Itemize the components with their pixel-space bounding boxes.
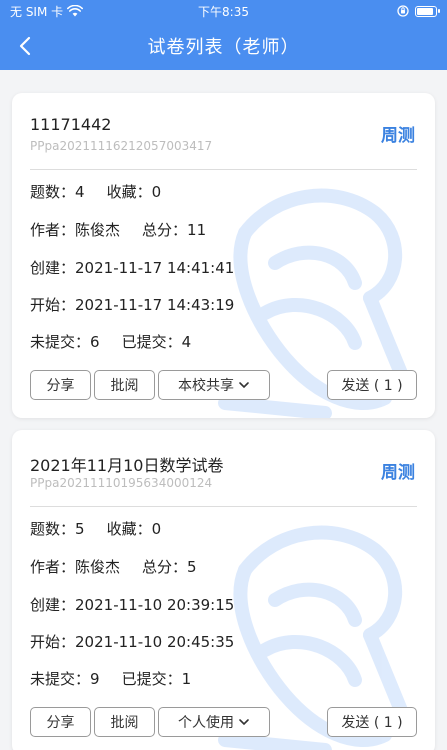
send-button[interactable]: 发送 ( 1 ) [327,370,417,400]
start-time: 2021-11-10 20:45:35 [75,633,235,651]
author-label: 作者： [30,558,76,576]
chevron-down-icon [239,719,249,726]
share-button[interactable]: 分享 [30,370,91,400]
paper-card[interactable]: 2021年11月10日数学试卷 PPpa20211110195634000124… [12,430,435,750]
start-label: 开始： [30,296,76,314]
orientation-lock-icon [397,5,409,17]
unsubmitted-count: 9 [90,670,100,688]
navigation-bar: 试卷列表（老师） [0,22,447,70]
scope-dropdown-label: 个人使用 [178,715,234,731]
stats-row: 题数：5 收藏：0 [30,518,161,539]
created-row: 创建：2021-11-10 20:39:15 [30,594,234,615]
unsubmitted-count: 6 [90,333,100,351]
favorites-count: 0 [151,520,162,538]
submitted-label: 已提交： [121,333,182,351]
divider [30,506,417,507]
stats-row: 题数：4 收藏：0 [30,181,161,202]
paper-code: PPpa20211110195634000124 [30,476,213,490]
share-button[interactable]: 分享 [30,707,91,737]
battery-icon [415,5,440,17]
review-button[interactable]: 批阅 [94,707,155,737]
paper-code: PPpa20211116212057003417 [30,139,213,153]
status-right [397,5,440,17]
created-label: 创建： [30,596,76,614]
paper-tag: 周测 [381,463,415,483]
question-count-label: 题数： [30,183,76,201]
action-bar: 分享 批阅 个人使用 发送 ( 1 ) [30,707,417,737]
review-button[interactable]: 批阅 [94,370,155,400]
favorites-count: 0 [151,183,162,201]
paper-name[interactable]: 2021年11月10日数学试卷 [30,452,223,476]
start-label: 开始： [30,633,76,651]
divider [30,169,417,170]
action-bar: 分享 批阅 本校共享 发送 ( 1 ) [30,370,417,400]
send-button[interactable]: 发送 ( 1 ) [327,707,417,737]
status-bar: 无 SIM 卡 下午8:35 [0,0,447,22]
submission-row: 未提交：9 已提交：1 [30,668,191,689]
total-score-label: 总分： [142,221,188,239]
created-time: 2021-11-17 14:41:41 [75,259,235,277]
author-name: 陈俊杰 [75,558,121,576]
chevron-down-icon [239,382,249,389]
submitted-count: 4 [181,333,192,351]
author-row: 作者：陈俊杰 总分：11 [30,219,206,240]
submitted-label: 已提交： [121,670,182,688]
scope-dropdown[interactable]: 本校共享 [158,370,270,400]
author-name: 陈俊杰 [75,221,121,239]
unsubmitted-label: 未提交： [30,670,91,688]
start-time: 2021-11-17 14:43:19 [75,296,235,314]
start-row: 开始：2021-11-17 14:43:19 [30,294,234,315]
status-time: 下午8:35 [198,4,249,19]
created-label: 创建： [30,259,76,277]
favorites-label: 收藏： [106,183,152,201]
author-label: 作者： [30,221,76,239]
question-count-label: 题数： [30,520,76,538]
total-score: 5 [187,558,197,576]
author-row: 作者：陈俊杰 总分：5 [30,556,197,577]
chevron-left-icon[interactable] [14,34,38,58]
paper-card[interactable]: 11171442 PPpa20211116212057003417 周测 题数：… [12,93,435,418]
scope-dropdown[interactable]: 个人使用 [158,707,270,737]
created-time: 2021-11-10 20:39:15 [75,596,235,614]
question-count: 4 [75,183,85,201]
paper-tag: 周测 [381,126,415,146]
total-score-label: 总分： [142,558,188,576]
created-row: 创建：2021-11-17 14:41:41 [30,257,234,278]
total-score: 11 [187,221,207,239]
page-title: 试卷列表（老师） [147,37,300,58]
submission-row: 未提交：6 已提交：4 [30,331,191,352]
scope-dropdown-label: 本校共享 [178,378,234,394]
favorites-label: 收藏： [106,520,152,538]
paper-name[interactable]: 11171442 [30,115,111,134]
start-row: 开始：2021-11-10 20:45:35 [30,631,234,652]
unsubmitted-label: 未提交： [30,333,91,351]
question-count: 5 [75,520,85,538]
submitted-count: 1 [181,670,192,688]
